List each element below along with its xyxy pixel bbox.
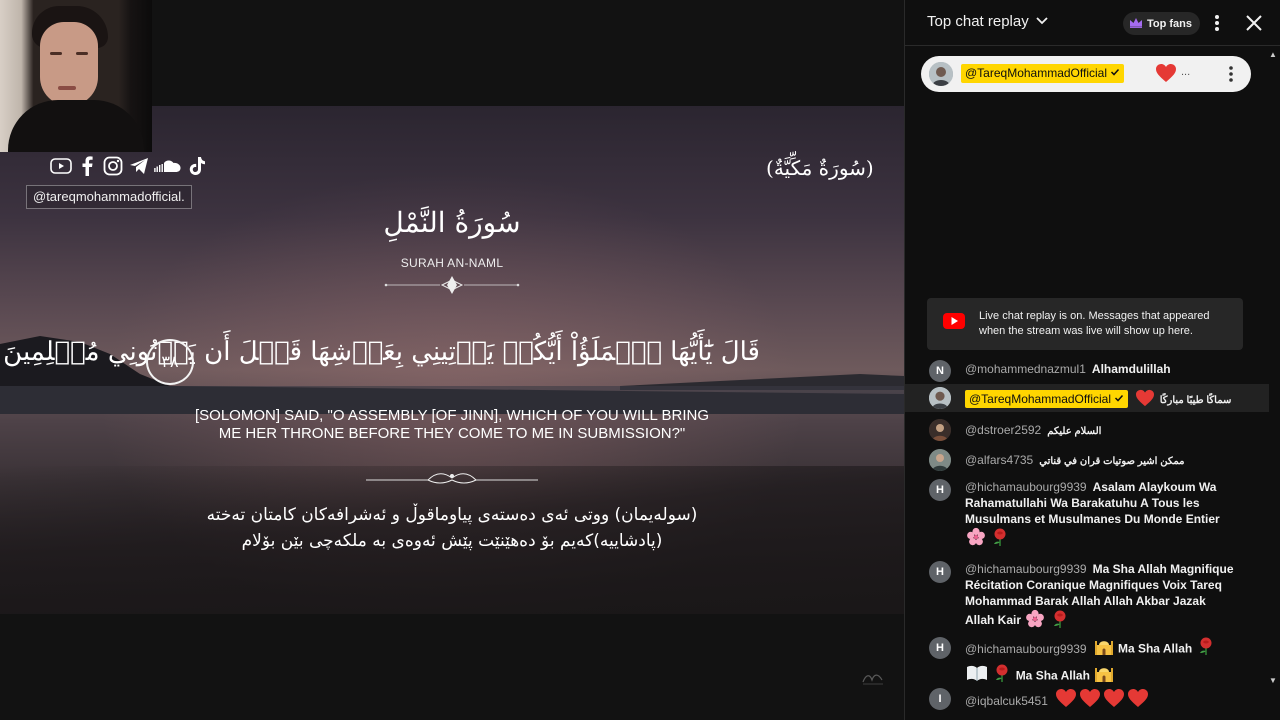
avatar: H [929, 479, 951, 501]
chevron-down-icon [1035, 13, 1049, 30]
avatar [929, 419, 951, 441]
replay-notice-text: Live chat replay is on. Messages that ap… [979, 310, 1210, 337]
message-text: Ma Sha Allah [1117, 641, 1193, 656]
rose-emoji-icon [1051, 609, 1069, 633]
chat-header: Top chat replay Top fans [905, 0, 1280, 46]
surah-title-arabic: سُورَةُ النَّمْلِ [383, 206, 521, 239]
rose-emoji-icon [1197, 636, 1215, 663]
ornament-divider [384, 276, 520, 294]
video-player[interactable]: @tareqmohammadofficial. (سُورَةٌ مَكِّيَ… [0, 0, 904, 720]
avatar [929, 449, 951, 471]
surah-title-english: SURAH AN-NAML [400, 256, 504, 270]
verse-arabic: قَالَ يَٰٓأَيُّهَا ٱلۡمَلَؤُاْ أَيُّكُمۡ… [3, 337, 760, 367]
scroll-up-arrow-icon[interactable]: ▲ [1269, 50, 1277, 59]
crown-icon [1129, 17, 1143, 31]
social-icons [50, 155, 208, 177]
chat-message[interactable]: @dstroer2592 السلام عليكم [905, 418, 1269, 442]
heart-emoji-icon [1079, 688, 1101, 715]
message-author: @dstroer2592 [965, 423, 1042, 437]
top-fans-button[interactable]: Top fans [1123, 12, 1201, 35]
verse-kurdish-line: (پادشاییە)کەیم بۆ دەهێنێت پێش ئەوەی بە م… [241, 531, 663, 551]
avatar [929, 387, 951, 409]
avatar [929, 62, 953, 86]
close-icon[interactable] [1243, 12, 1265, 34]
webcam-overlay [0, 0, 152, 152]
avatar: H [929, 637, 951, 659]
verse-english-translation: [SOLOMON] SAID, "O ASSEMBLY [OF JINN], W… [160, 407, 744, 443]
scroll-down-arrow-icon[interactable]: ▼ [1269, 676, 1277, 685]
heart-emoji-icon [1055, 688, 1077, 715]
tiktok-icon [186, 155, 208, 177]
rose-emoji-icon [991, 527, 1009, 551]
chat-message[interactable]: H @hichamaubourg9939 Ma Sha Allah Magnifi… [905, 560, 1269, 628]
heart-emoji-icon [1135, 389, 1155, 411]
check-icon [1110, 66, 1120, 80]
owner-badge: @TareqMohammadOfficial [965, 390, 1129, 409]
heart-emoji-icon [1155, 63, 1177, 88]
pinned-author: @TareqMohammadOfficial [965, 66, 1108, 80]
message-author: @iqbalcuk5451 [965, 693, 1048, 708]
heart-emoji-icon [1127, 688, 1149, 715]
live-chat-panel: Top chat replay Top fans @TareqMohammadO… [904, 0, 1280, 720]
avatar: H [929, 561, 951, 583]
chat-message[interactable]: @TareqMohammadOfficial سماكًا طيبًا مبار… [905, 384, 1269, 412]
message-text: سماكًا طيبًا مباركًا [1159, 395, 1232, 407]
verse-kurdish-translation: (سولەیمان) ووتی ئەی دەستەی پیاوماقوڵ و ئ… [150, 502, 754, 554]
chat-message[interactable]: I @iqbalcuk5451 [905, 686, 1269, 714]
cherry-blossom-emoji-icon [966, 527, 986, 551]
verse-english-line: ME HER THRONE BEFORE THEY COME TO ME IN … [218, 425, 686, 442]
message-author: @TareqMohammadOfficial [969, 392, 1112, 407]
message-text: السلام عليكم [1047, 426, 1102, 437]
instagram-icon [102, 155, 124, 177]
heart-emoji-icon [1103, 688, 1125, 715]
message-author: @alfars4735 [965, 453, 1034, 467]
chat-message[interactable]: H @hichamaubourg9939 Ma Sha Allah Ma Sha… [905, 634, 1269, 683]
message-author: @mohammednazmul1 [965, 362, 1086, 376]
message-author: @hichamaubourg9939 [965, 641, 1087, 656]
pinned-text: ... [1181, 66, 1191, 78]
soundcloud-icon [154, 155, 182, 177]
chat-mode-dropdown[interactable]: Top chat replay [927, 13, 1049, 30]
top-fans-label: Top fans [1147, 17, 1193, 30]
owner-badge: @TareqMohammadOfficial [961, 64, 1125, 83]
more-options-icon[interactable] [1221, 64, 1241, 89]
message-text: Ma Sha Allah [1015, 668, 1090, 683]
ornament-divider [366, 473, 538, 484]
verse-kurdish-line: (سولەیمان) ووتی ئەی دەستەی پیاوماقوڵ و ئ… [206, 505, 698, 525]
cherry-blossom-emoji-icon [1025, 609, 1045, 633]
facebook-icon [76, 155, 98, 177]
chat-message[interactable]: H @hichamaubourg9939 Asalam Alaykoum Wa R… [905, 478, 1269, 556]
message-text: Alhamdulillah [1091, 362, 1171, 376]
mosque-emoji-icon [1094, 636, 1114, 663]
verse-number-badge: ٣٨ [146, 339, 194, 385]
chat-message[interactable]: @alfars4735 ممكن اشير صوتيات قران في قنات… [905, 448, 1269, 472]
pinned-message[interactable]: @TareqMohammadOfficial ... [921, 56, 1251, 92]
more-options-icon[interactable] [1207, 12, 1227, 34]
watermark-logo [860, 668, 886, 688]
check-icon [1114, 392, 1124, 406]
youtube-icon [943, 313, 965, 334]
avatar: I [929, 688, 951, 710]
surah-type-label: (سُورَةٌ مَكِّيَّةٌ) [766, 156, 874, 180]
chat-title: Top chat replay [927, 13, 1029, 30]
telegram-icon [128, 155, 150, 177]
verse-english-line: [SOLOMON] SAID, "O ASSEMBLY [OF JINN], W… [194, 407, 710, 424]
chat-message[interactable]: N @mohammednazmul1 Alhamdulillah [905, 358, 1269, 382]
message-text: ممكن اشير صوتيات قران في قناتي [1039, 456, 1185, 467]
youtube-icon [50, 155, 72, 177]
replay-notice: Live chat replay is on. Messages that ap… [927, 298, 1243, 350]
message-author: @hichamaubourg9939 [965, 562, 1087, 576]
message-author: @hichamaubourg9939 [965, 480, 1087, 494]
avatar: N [929, 360, 951, 382]
